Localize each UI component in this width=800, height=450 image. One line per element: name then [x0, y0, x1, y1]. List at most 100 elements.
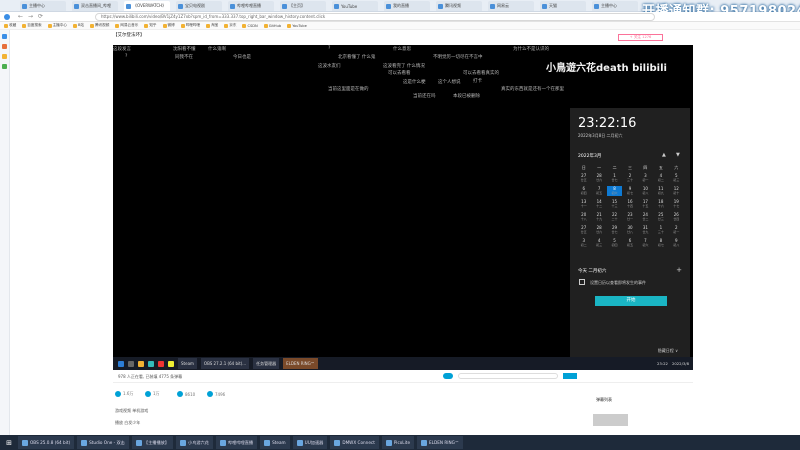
clock-date[interactable]: 2022年3月8日 二月初六 [578, 133, 623, 139]
sidebar-download-icon[interactable] [2, 64, 7, 69]
os-taskbar-item[interactable]: PicoLite [381, 436, 415, 449]
calendar-day[interactable]: 31 廿九 [638, 225, 653, 235]
taskbar-app-obs[interactable]: OBS 27.2.1 (64 bit)... [200, 358, 250, 369]
send-danmu-button[interactable] [563, 373, 577, 379]
os-taskbar-item[interactable]: Steam [260, 436, 290, 449]
coin-button[interactable]: 1万 [145, 391, 160, 397]
refresh-icon[interactable]: ⟳ [38, 13, 43, 20]
edge-icon[interactable] [148, 360, 154, 367]
like-button[interactable]: 1.6万 [115, 391, 133, 397]
bookmark-item[interactable]: 网易云音乐 [115, 23, 138, 28]
bookmark-item[interactable]: B站 [72, 23, 84, 28]
browser-tab[interactable]: YouTube [332, 1, 378, 11]
browser-tab[interactable]: 网易云 [488, 1, 534, 11]
calendar-day[interactable]: 29 廿七 [607, 225, 622, 235]
os-taskbar-item[interactable]: OBS 25.0.8 (64 bit) [18, 436, 75, 449]
os-taskbar-item[interactable]: 哔哩哔哩直播 [215, 436, 258, 449]
windows-start-icon[interactable]: ⊞ [3, 436, 15, 449]
app-icon[interactable] [158, 360, 164, 367]
bookmark-item[interactable]: 知乎 [144, 23, 157, 28]
calendar-day[interactable]: 5 初四 [607, 238, 622, 248]
calendar-month[interactable]: 2022年3月 [578, 153, 601, 159]
calendar-day[interactable]: 23 廿一 [622, 212, 637, 222]
calendar-day[interactable]: 8 初六 [606, 186, 623, 196]
bookmark-item[interactable]: 收藏 [4, 23, 16, 28]
bookmark-item[interactable]: 淘宝 [206, 23, 218, 28]
calendar-day[interactable]: 17 十五 [638, 199, 653, 209]
chrome-icon[interactable] [168, 360, 174, 367]
bookmark-item[interactable]: CSDN [242, 23, 258, 28]
hide-agenda-link[interactable]: 隐藏日程 ∨ [658, 348, 678, 354]
bookmark-item[interactable]: 百度搜索 [22, 23, 42, 28]
danmu-toggle[interactable] [443, 373, 453, 379]
back-icon[interactable]: ← [18, 13, 23, 20]
calendar-day[interactable]: 20 十八 [576, 212, 591, 222]
bookmark-item[interactable]: YouTube [287, 23, 307, 28]
taskbar-app-steam[interactable]: Steam [178, 358, 197, 369]
calendar-day[interactable]: 2 初一 [669, 225, 684, 235]
calendar-day[interactable]: 1 廿七 [607, 173, 622, 183]
browser-tab[interactable]: 腾讯视频 [436, 1, 482, 11]
calendar-day[interactable]: 16 十四 [622, 199, 637, 209]
sidebar-app-icon[interactable] [2, 44, 7, 49]
calendar-day[interactable]: 5 初三 [669, 173, 684, 183]
calendar-day[interactable]: 4 初三 [591, 238, 606, 248]
calendar-day[interactable]: 12 初十 [669, 186, 684, 196]
bookmark-item[interactable]: 腾讯视频 [90, 23, 109, 28]
bookmark-item[interactable]: 哔哩哔哩 [180, 23, 200, 28]
browser-tab[interactable]: 天猫 [540, 1, 586, 11]
browser-tab[interactable]: 《OVERWATCH》 [124, 1, 170, 11]
next-month-icon[interactable]: ▼ [676, 152, 680, 158]
calendar-day[interactable]: 9 初七 [622, 186, 637, 196]
calendar-day[interactable]: 3 初一 [638, 173, 653, 183]
prev-month-icon[interactable]: ▲ [662, 152, 666, 158]
danmu-input[interactable] [458, 373, 558, 379]
calendar-day[interactable]: 28 廿六 [591, 173, 606, 183]
tray-time[interactable]: 23:22 [657, 361, 668, 366]
os-taskbar-item[interactable]: UU加速器 [292, 436, 328, 449]
calendar-day[interactable]: 10 初八 [638, 186, 653, 196]
calendar-day[interactable]: 6 初四 [576, 186, 591, 196]
favorite-button[interactable]: 8610 [177, 391, 195, 397]
url-input[interactable]: https://www.bilibili.com/video/BV1jZ4y1Z… [95, 13, 655, 21]
calendar-day[interactable]: 21 十九 [591, 212, 606, 222]
calendar-day[interactable]: 4 初二 [653, 173, 668, 183]
calendar-day[interactable]: 6 初五 [622, 238, 637, 248]
browser-tab[interactable]: 宝贝电视剧 [176, 1, 222, 11]
calendar-day[interactable]: 9 初八 [669, 238, 684, 248]
os-taskbar-item[interactable]: 【主播播放】 [131, 436, 174, 449]
calendar-day[interactable]: 15 十三 [607, 199, 622, 209]
os-taskbar-item[interactable]: ELDEN RING™ [417, 436, 464, 449]
browser-tab[interactable]: 主播中心 [592, 1, 638, 11]
search-icon[interactable] [128, 360, 134, 367]
file-explorer-icon[interactable] [138, 360, 144, 367]
taskbar-app-elden[interactable]: ELDEN RING™ [283, 358, 318, 369]
forward-icon[interactable]: → [28, 13, 33, 20]
calendar-day[interactable]: 18 十六 [653, 199, 668, 209]
windows-start-icon[interactable] [118, 360, 124, 367]
danmu-list-title[interactable]: 弹幕列表 [596, 397, 612, 403]
browser-tab[interactable]: 哔哩哔哩直播 [228, 1, 274, 11]
os-taskbar-item[interactable]: Studio One - 双击 [77, 436, 129, 449]
browser-tab[interactable]: 双击直播间_哔哩 [72, 1, 118, 11]
sidebar-home-icon[interactable] [2, 34, 7, 39]
os-taskbar-item[interactable]: 小鸟游六花 [176, 436, 213, 449]
calendar-day[interactable]: 7 初六 [638, 238, 653, 248]
recommend-thumbnail[interactable] [593, 414, 628, 426]
sidebar-star-icon[interactable] [2, 54, 7, 59]
calendar-day[interactable]: 1 三十 [653, 225, 668, 235]
calendar-day[interactable]: 24 廿二 [638, 212, 653, 222]
share-button[interactable]: 7496 [207, 391, 225, 397]
bookmark-item[interactable]: 主播中心 [47, 23, 67, 28]
bookmark-item[interactable]: 京东 [224, 23, 236, 28]
follow-button[interactable]: + 关注 1276 [618, 34, 663, 41]
calendar-day[interactable]: 28 廿六 [591, 225, 606, 235]
os-taskbar-item[interactable]: DMWX Connect [330, 436, 379, 449]
browser-tab[interactable]: 主播中心 [20, 1, 66, 11]
calendar-day[interactable]: 26 廿四 [669, 212, 684, 222]
browser-tab[interactable]: 我的直播 [384, 1, 430, 11]
video-tags[interactable]: 游戏视频 单机游戏 [115, 408, 148, 414]
bookmark-item[interactable]: GitHub [263, 23, 281, 28]
calendar-day[interactable]: 19 十七 [669, 199, 684, 209]
calendar-day[interactable]: 3 初二 [576, 238, 591, 248]
